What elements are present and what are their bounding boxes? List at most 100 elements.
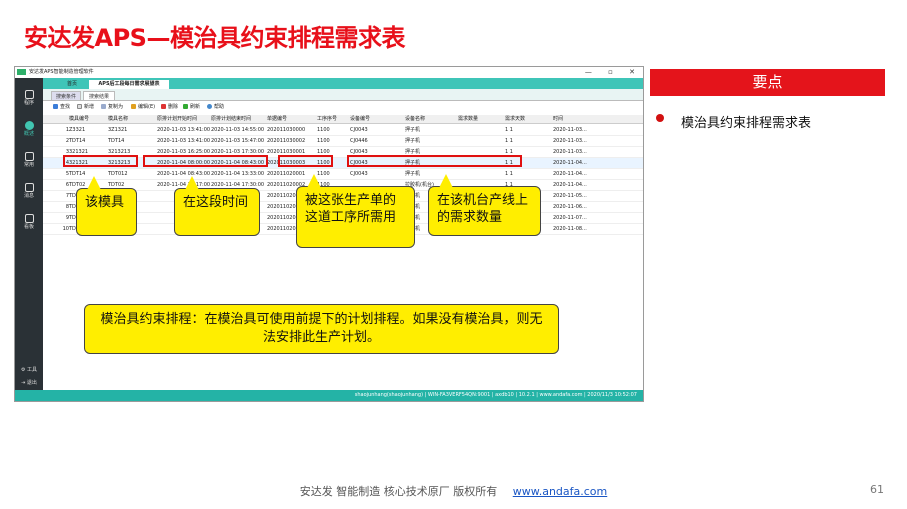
table-row[interactable]: 2 TDT14 TDT14 2020-11-03 13:41:00 2020-11-03…: [43, 136, 643, 147]
sidebar-item-tools[interactable]: ⚙ 工具: [15, 366, 43, 373]
row-number: 7: [65, 193, 69, 199]
table-cell: CJ0043: [350, 127, 368, 133]
help-icon: [207, 104, 212, 109]
column-header[interactable]: 单据编号: [267, 115, 287, 124]
column-header[interactable]: 需求天数: [505, 115, 525, 124]
highlight-process: [278, 155, 333, 167]
table-cell: 2020-11-04 13:33:00: [211, 171, 265, 177]
row-number: 2: [65, 138, 69, 144]
new-file-icon: [77, 104, 82, 109]
table-cell: 2020-11-08...: [553, 226, 587, 232]
table-cell: 202011020001: [267, 171, 306, 177]
callout-mold: 该模具: [76, 176, 137, 236]
table-cell: CJ0446: [350, 138, 368, 144]
column-header[interactable]: 原排计划开始时间: [157, 115, 197, 124]
maximize-button[interactable]: ▫: [608, 68, 613, 76]
star-icon: [24, 152, 34, 161]
delete-icon: [161, 104, 166, 109]
table-row[interactable]: 1 Z3321 3Z1321 2020-11-03 13:41:00 2020-11-0…: [43, 125, 643, 136]
grid-icon: [24, 90, 34, 99]
table-cell: 押子机: [405, 171, 421, 177]
callout-process: 被这张生产单的这道工序所需用: [296, 174, 415, 248]
sidebar-item-messages[interactable]: 消息: [15, 183, 43, 199]
status-bar: shaojunhang(shaojunhang) | WIN-FA3VERF54…: [15, 390, 643, 401]
clock-icon: [24, 121, 34, 130]
table-cell: TDT14: [69, 171, 86, 177]
footer-link[interactable]: www.andafa.com: [513, 485, 608, 498]
chart-icon: [24, 214, 34, 223]
row-number: 8: [65, 204, 69, 210]
column-header[interactable]: 模具名称: [108, 115, 128, 124]
column-header[interactable]: 设备名称: [405, 115, 425, 124]
toolbar: 查找 新增 复制为 编辑(E) 删除 刷新 帮助: [43, 102, 643, 113]
highlight-period: [143, 155, 268, 167]
column-header[interactable]: 时间: [553, 115, 563, 124]
callout-period: 在这段时间: [174, 176, 260, 236]
summary-callout: 模治具约束排程：在模治具可使用前提下的计划排程。如果没有模治具，则无法安排此生产…: [84, 304, 559, 354]
table-cell: 2020-11-04 08:43:00: [157, 171, 211, 177]
help-button[interactable]: 帮助: [207, 102, 224, 113]
subtab-strip: 搜索条件 搜索结果: [43, 89, 643, 101]
slide-title: 安达发APS—模治具约束排程需求表: [24, 24, 405, 52]
sidebar-item-common[interactable]: 常用: [15, 152, 43, 168]
page-number: 61: [870, 483, 884, 496]
table-cell: 押子机: [405, 127, 421, 133]
row-number: 9: [65, 215, 69, 221]
window-titlebar: 安达发APS智能制造管理软件 — ▫ ✕: [15, 67, 643, 78]
bullet-icon: [656, 114, 664, 122]
footer: 安达发 智能制造 核心技术原厂 版权所有 www.andafa.com: [0, 483, 907, 499]
table-cell: TDT14: [108, 138, 125, 144]
column-header[interactable]: 模具编号: [69, 115, 89, 124]
table-cell: 2020-11-03 13:41:00: [157, 138, 211, 144]
column-header[interactable]: 需求数量: [458, 115, 478, 124]
delete-button[interactable]: 删除: [161, 102, 178, 113]
sidebar-item-overview[interactable]: 概述: [15, 121, 43, 137]
tab-search-results[interactable]: 搜索结果: [83, 91, 115, 101]
table-cell: 1100: [317, 127, 330, 133]
edit-button[interactable]: 编辑(E): [131, 102, 155, 113]
copy-button[interactable]: 复制为: [101, 102, 123, 113]
table-cell: 2020-11-03 15:47:00: [211, 138, 265, 144]
table-cell: 202011030002: [267, 138, 306, 144]
table-cell: 2020-11-05...: [553, 193, 587, 199]
key-points-header: 要点: [650, 69, 885, 96]
table-cell: 3Z1321: [108, 127, 128, 133]
find-button[interactable]: 查找: [53, 102, 70, 113]
table-cell: CJ0043: [350, 171, 368, 177]
exit-icon: ⇥: [21, 380, 26, 386]
row-number: 10: [62, 226, 69, 232]
table-cell: 2020-11-04...: [553, 171, 587, 177]
table-cell: 2020-11-03...: [553, 138, 587, 144]
row-number: 5: [65, 171, 69, 177]
column-header[interactable]: 原排计划结束时间: [211, 115, 251, 124]
sidebar-item-dashboard[interactable]: 看板: [15, 214, 43, 230]
tab-demand-outlook[interactable]: APS后工段每日需求展望表: [89, 80, 169, 89]
edit-icon: [131, 104, 136, 109]
tab-strip: 首页 APS后工段每日需求展望表: [43, 78, 643, 89]
column-header[interactable]: 设备编号: [350, 115, 370, 124]
chat-icon: [24, 183, 34, 192]
table-cell: 1 1: [505, 127, 513, 133]
table-header: 模具编号 模具名称 原排计划开始时间 原排计划结束时间 单据编号 工序序号 设备…: [43, 115, 643, 124]
table-cell: 1100: [317, 138, 330, 144]
table-cell: 2020-11-06...: [553, 204, 587, 210]
app-logo-icon: [17, 69, 26, 75]
sidebar-item-exit[interactable]: ⇥ 退出: [15, 379, 43, 386]
column-header[interactable]: 工序序号: [317, 115, 337, 124]
tab-search-criteria[interactable]: 搜索条件: [51, 91, 81, 101]
minimize-button[interactable]: —: [585, 68, 592, 76]
footer-text: 安达发 智能制造 核心技术原厂 版权所有: [299, 485, 498, 498]
table-cell: 2020-11-03...: [553, 149, 587, 155]
tab-home[interactable]: 首页: [57, 80, 87, 89]
new-button[interactable]: 新增: [77, 102, 94, 113]
highlight-quantity: [347, 155, 522, 167]
row-number: 6: [65, 182, 69, 188]
table-row[interactable]: 5 TDT14 TDT012 2020-11-04 08:43:00 2020-11-0…: [43, 169, 643, 180]
row-number: 1: [65, 127, 69, 133]
sidebar-item-program[interactable]: 程序: [15, 90, 43, 106]
table-cell: 202011030000: [267, 127, 306, 133]
gear-icon: ⚙: [20, 367, 26, 373]
window-title: 安达发APS智能制造管理软件: [29, 69, 94, 75]
close-button[interactable]: ✕: [629, 68, 635, 76]
refresh-button[interactable]: 刷新: [183, 102, 200, 113]
